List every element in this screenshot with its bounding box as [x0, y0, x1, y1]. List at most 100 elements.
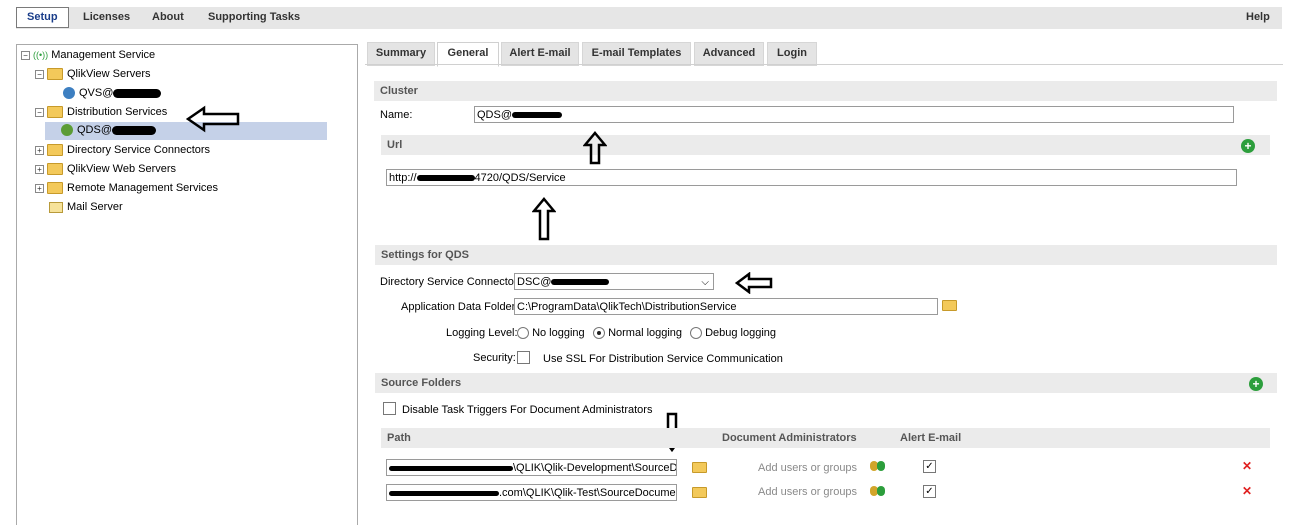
menu-about-tab[interactable]: About [152, 7, 184, 27]
menu-help-link[interactable]: Help [1246, 7, 1270, 27]
tab-summary[interactable]: Summary [367, 42, 435, 66]
tree-item-qlikview-web-servers[interactable]: + QlikView Web Servers [35, 161, 176, 178]
no-logging-option[interactable]: No logging [517, 327, 585, 340]
server-globe-icon [63, 87, 75, 100]
users-group-icon[interactable] [870, 485, 886, 497]
radio-normal-logging[interactable] [593, 327, 605, 340]
tree-item-remote-management-services[interactable]: + Remote Management Services [35, 180, 218, 197]
tree-item-distribution-services[interactable]: − Distribution Services [35, 104, 167, 121]
path-suffix: \QLIK\Qlik-Development\SourceDo [513, 462, 677, 474]
radio-no-logging[interactable] [517, 327, 529, 340]
ssl-checkbox[interactable] [517, 351, 530, 364]
folder-icon [47, 68, 63, 81]
alert-email-checkbox[interactable]: ✓ [923, 460, 936, 473]
folder-icon [47, 163, 63, 176]
menu-setup-tab[interactable]: Setup [16, 7, 69, 28]
url-input[interactable]: http:// 4720/QDS/Service [386, 169, 1237, 186]
add-source-folder-icon[interactable]: + [1249, 377, 1263, 391]
tree-label: Management Service [51, 49, 156, 61]
menu-licenses-tab[interactable]: Licenses [83, 7, 130, 27]
redaction-mark [112, 125, 157, 135]
folder-icon [47, 144, 63, 157]
logging-level-label: Logging Level: [446, 327, 518, 339]
add-users-placeholder[interactable]: Add users or groups [758, 486, 857, 498]
expand-icon[interactable]: + [35, 145, 44, 155]
general-panel [365, 64, 1283, 525]
up-arrow-annotation [532, 197, 556, 241]
tree-item-qvs[interactable]: QVS@ [63, 85, 162, 102]
tree-label: QlikView Servers [67, 68, 151, 80]
browse-folder-icon[interactable] [692, 487, 707, 498]
menu-supporting-tasks-tab[interactable]: Supporting Tasks [208, 7, 300, 27]
tree-label: QDS@ [77, 124, 113, 136]
cluster-section-header: Cluster [374, 81, 1277, 101]
disable-triggers-checkbox[interactable] [383, 402, 396, 415]
chevron-down-icon[interactable]: ⌵ [701, 274, 709, 289]
source-folders-section-header: Source Folders [375, 373, 1277, 393]
tab-login[interactable]: Login [767, 42, 817, 66]
tree-item-directory-service-connectors[interactable]: + Directory Service Connectors [35, 142, 210, 159]
source-path-input[interactable]: \QLIK\Qlik-Development\SourceDo [386, 459, 677, 476]
redaction-mark [551, 279, 610, 286]
left-arrow-annotation [186, 105, 240, 133]
redaction-mark [113, 88, 162, 98]
browse-folder-icon[interactable] [692, 462, 707, 473]
tree-label: Directory Service Connectors [67, 144, 211, 156]
browse-folder-icon[interactable] [942, 300, 957, 311]
signal-icon: ((•)) [33, 50, 49, 60]
name-label: Name: [380, 109, 413, 121]
disable-triggers-label: Disable Task Triggers For Document Admin… [402, 404, 653, 416]
folder-icon [47, 106, 63, 119]
alert-email-checkbox[interactable]: ✓ [923, 485, 936, 498]
users-group-icon[interactable] [870, 460, 886, 472]
collapse-icon[interactable]: − [35, 107, 44, 117]
tree-label: Remote Management Services [67, 182, 219, 194]
debug-logging-label: Debug logging [705, 327, 777, 339]
tab-advanced[interactable]: Advanced [694, 42, 764, 66]
tree-item-management-service[interactable]: − ((•)) Management Service [21, 47, 155, 64]
tab-email-templates[interactable]: E-mail Templates [582, 42, 691, 66]
expand-icon[interactable]: + [35, 183, 44, 193]
radio-debug-logging[interactable] [690, 327, 702, 340]
dsc-select[interactable]: DSC@ ⌵ [514, 273, 714, 290]
source-path-input[interactable]: .com\QLIK\Qlik-Test\SourceDocuments [386, 484, 677, 501]
no-logging-label: No logging [532, 327, 585, 339]
app-folder-input[interactable]: C:\ProgramData\QlikTech\DistributionServ… [514, 298, 938, 315]
redaction-mark [389, 465, 513, 471]
name-value: QDS@ [477, 109, 513, 121]
settings-section-header: Settings for QDS [375, 245, 1277, 265]
source-folders-table-header: Path Document Administrators Alert E-mai… [381, 428, 1270, 448]
tree-item-mail-server[interactable]: Mail Server [49, 199, 123, 216]
tree-label: Mail Server [67, 201, 123, 213]
normal-logging-option[interactable]: Normal logging [593, 327, 682, 340]
tree-label: QVS@ [79, 87, 114, 99]
collapse-icon[interactable]: − [21, 50, 30, 60]
debug-logging-option[interactable]: Debug logging [690, 327, 777, 340]
up-arrow-annotation [583, 131, 607, 165]
tree-label: Distribution Services [67, 106, 168, 118]
redaction-mark [389, 490, 499, 496]
dsc-label: Directory Service Connector: [380, 276, 521, 288]
url-section-header: Url [381, 135, 1270, 155]
redaction-mark [512, 112, 563, 119]
gear-icon [61, 124, 73, 137]
collapse-icon[interactable]: − [35, 69, 44, 79]
tree-item-qlikview-servers[interactable]: − QlikView Servers [35, 66, 151, 83]
tab-alert-email[interactable]: Alert E-mail [501, 42, 579, 66]
path-suffix: .com\QLIK\Qlik-Test\SourceDocuments [499, 487, 677, 499]
expand-icon[interactable]: + [35, 164, 44, 174]
app-folder-label: Application Data Folder: [401, 301, 519, 313]
delete-icon[interactable]: ✕ [1242, 459, 1252, 473]
add-users-placeholder[interactable]: Add users or groups [758, 462, 857, 474]
dsc-value: DSC@ [517, 276, 552, 288]
col-alert-email: Alert E-mail [900, 432, 962, 444]
add-url-icon[interactable]: + [1241, 139, 1255, 153]
url-suffix: 4720/QDS/Service [474, 172, 566, 184]
name-input[interactable]: QDS@ [474, 106, 1234, 123]
delete-icon[interactable]: ✕ [1242, 484, 1252, 498]
top-menu-bar: Setup Licenses About Supporting Tasks He… [16, 7, 1282, 29]
security-label: Security: [473, 352, 516, 364]
url-prefix: http:// [389, 172, 417, 184]
folder-icon [47, 182, 63, 195]
redaction-mark [416, 175, 475, 182]
